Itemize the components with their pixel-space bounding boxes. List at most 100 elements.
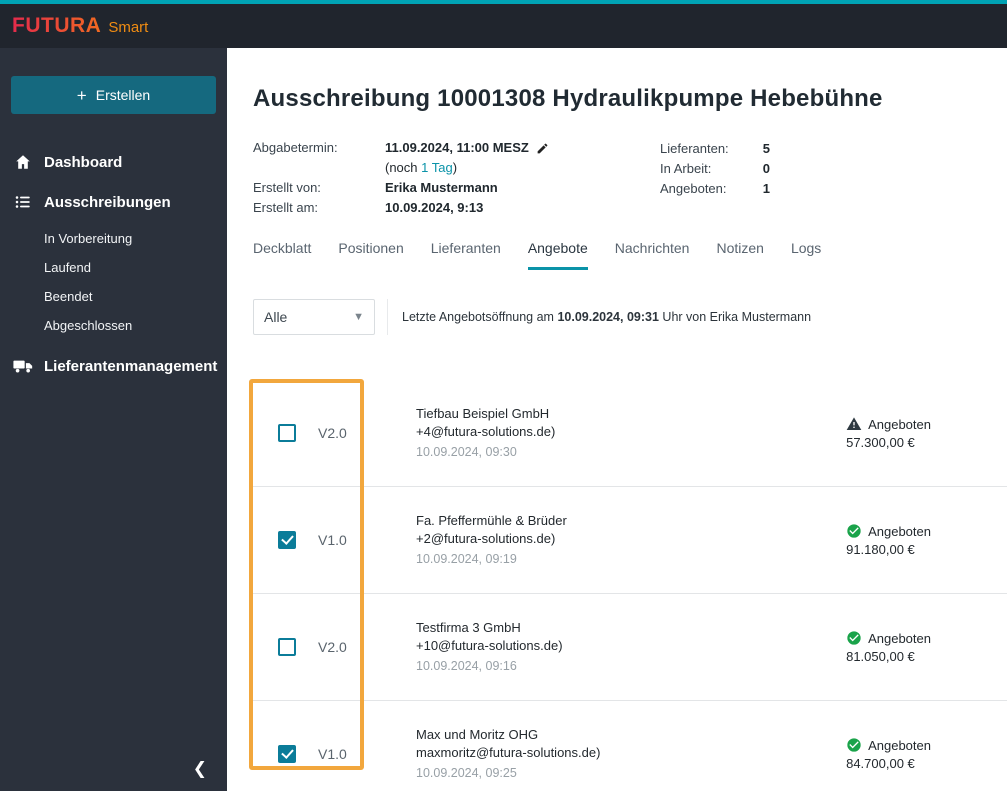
tab-positionen[interactable]: Positionen [338, 240, 403, 270]
offer-amount: 84.700,00 € [846, 756, 915, 771]
meta-section: Abgabetermin: 11.09.2024, 11:00 MESZ (no… [253, 138, 1007, 218]
offer-date: 10.09.2024, 09:16 [416, 659, 517, 673]
edit-deadline-icon[interactable] [536, 142, 549, 155]
tab-angebote[interactable]: Angebote [527, 240, 588, 270]
plus-icon: + [76, 85, 87, 105]
offer-company-name: Max und Moritz OHG [416, 727, 539, 742]
success-icon [846, 737, 862, 753]
sidebar-item-lieferantenmanagement[interactable]: Lieferantenmanagement [0, 346, 227, 386]
sidebar-item-dashboard[interactable]: Dashboard [0, 142, 227, 182]
meta-left: Abgabetermin: 11.09.2024, 11:00 MESZ (no… [253, 138, 1007, 218]
offer-status-block: Angeboten 91.180,00 € [846, 523, 931, 558]
truck-icon [13, 357, 33, 375]
offer-row[interactable]: V2.0 Tiefbau Beispiel GmbH +4@futura-sol… [253, 380, 1007, 487]
list-icon [13, 193, 33, 211]
sidebar-subitems: In Vorbereitung Laufend Beendet Abgeschl… [0, 222, 227, 346]
offer-status-label: Angeboten [868, 416, 931, 432]
offer-date: 10.09.2024, 09:30 [416, 445, 517, 459]
logo-smart: Smart [108, 19, 149, 36]
divider [387, 299, 388, 335]
chevron-down-icon: ▼ [353, 311, 364, 323]
offer-company-email: maxmoritz@futura-solutions.de) [416, 745, 601, 760]
created-by-label: Erstellt von: [253, 180, 321, 195]
offer-version: V2.0 [318, 639, 347, 655]
offer-company-name: Tiefbau Beispiel GmbH [416, 406, 550, 421]
created-at-value: 10.09.2024, 9:13 [385, 200, 484, 215]
success-icon [846, 523, 862, 539]
tab-nachrichten[interactable]: Nachrichten [615, 240, 690, 270]
last-opening-date: 10.09.2024, 09:31 [557, 310, 659, 324]
offer-checkbox[interactable] [278, 745, 296, 763]
last-opening-info: Letzte Angebotsöffnung am 10.09.2024, 09… [402, 310, 812, 324]
sidebar-subitem-laufend[interactable]: Laufend [44, 253, 227, 282]
filter-row: Alle ▼ Letzte Angebotsöffnung am 10.09.2… [253, 299, 1007, 335]
offer-row[interactable]: V2.0 Testfirma 3 GmbH +10@futura-solutio… [253, 594, 1007, 701]
offer-status-block: Angeboten 84.700,00 € [846, 737, 931, 772]
logo-futura: FUTURA [12, 14, 102, 37]
offer-checkbox[interactable] [278, 638, 296, 656]
deadline-value: 11.09.2024, 11:00 MESZ [385, 140, 529, 155]
offer-checkbox[interactable] [278, 424, 296, 442]
tab-notizen[interactable]: Notizen [716, 240, 763, 270]
offer-company-name: Testfirma 3 GmbH [416, 620, 521, 635]
offered-label: Angeboten: [660, 181, 727, 196]
app-window: FUTURA Smart + Erstellen Dashboard Aussc… [0, 0, 1007, 791]
offered-count: 1 [762, 181, 770, 196]
sidebar-collapse-button[interactable]: ❮ [189, 755, 211, 783]
create-button-label: Erstellen [95, 87, 151, 103]
offer-amount: 81.050,00 € [846, 649, 915, 664]
offer-amount: 57.300,00 € [846, 435, 915, 450]
tab-deckblatt[interactable]: Deckblatt [253, 240, 311, 270]
offer-checkbox[interactable] [278, 531, 296, 549]
sidebar-item-label: Lieferantenmanagement [44, 357, 218, 375]
filter-select[interactable]: Alle ▼ [253, 299, 375, 335]
offer-company-name: Fa. Pfeffermühle & Brüder [416, 513, 567, 528]
success-icon [846, 630, 862, 646]
sidebar-subitem-beendet[interactable]: Beendet [44, 282, 227, 311]
offer-row[interactable]: V1.0 Max und Moritz OHG maxmoritz@futura… [253, 701, 1007, 791]
offer-version: V1.0 [318, 532, 347, 548]
offer-amount: 91.180,00 € [846, 542, 915, 557]
page-title: Ausschreibung 10001308 Hydraulikpumpe He… [253, 85, 883, 112]
offer-list: V2.0 Tiefbau Beispiel GmbH +4@futura-sol… [253, 380, 1007, 791]
deadline-remaining-highlight: 1 Tag [421, 160, 453, 175]
home-icon [13, 153, 33, 171]
main-content: Ausschreibung 10001308 Hydraulikpumpe He… [227, 48, 1007, 791]
sidebar: + Erstellen Dashboard Ausschreibungen In… [0, 48, 227, 791]
offer-date: 10.09.2024, 09:19 [416, 552, 517, 566]
topbar: FUTURA Smart [0, 4, 1007, 48]
offer-company-email: +10@futura-solutions.de) [416, 638, 563, 653]
offer-company-block: Tiefbau Beispiel GmbH +4@futura-solution… [416, 405, 555, 461]
sidebar-subitem-abgeschlossen[interactable]: Abgeschlossen [44, 311, 227, 340]
offer-status-block: Angeboten 81.050,00 € [846, 630, 931, 665]
in-progress-label: In Arbeit: [660, 161, 712, 176]
offer-company-block: Testfirma 3 GmbH +10@futura-solutions.de… [416, 619, 563, 675]
created-at-label: Erstellt am: [253, 200, 319, 215]
offer-status-block: Angeboten 57.300,00 € [846, 416, 931, 451]
filter-select-value: Alle [264, 309, 288, 325]
warning-icon [846, 416, 862, 432]
offer-status-label: Angeboten [868, 523, 931, 539]
suppliers-count: 5 [762, 141, 770, 156]
sidebar-item-label: Dashboard [44, 153, 123, 171]
sidebar-nav: Dashboard Ausschreibungen In Vorbereitun… [0, 134, 227, 386]
suppliers-label: Lieferanten: [660, 141, 729, 156]
offer-row[interactable]: V1.0 Fa. Pfeffermühle & Brüder +2@futura… [253, 487, 1007, 594]
sidebar-item-label: Ausschreibungen [44, 193, 171, 211]
offer-date: 10.09.2024, 09:25 [416, 766, 517, 780]
app-logo[interactable]: FUTURA Smart [12, 14, 148, 38]
offer-version: V2.0 [318, 425, 347, 441]
offer-company-block: Max und Moritz OHG maxmoritz@futura-solu… [416, 726, 600, 782]
tab-logs[interactable]: Logs [791, 240, 821, 270]
create-button[interactable]: + Erstellen [11, 76, 216, 114]
offer-company-email: +2@futura-solutions.de) [416, 531, 556, 546]
sidebar-subitem-in-vorbereitung[interactable]: In Vorbereitung [44, 224, 227, 253]
offer-company-block: Fa. Pfeffermühle & Brüder +2@futura-solu… [416, 512, 567, 568]
deadline-label: Abgabetermin: [253, 140, 338, 155]
tab-lieferanten[interactable]: Lieferanten [431, 240, 501, 270]
offer-company-email: +4@futura-solutions.de) [416, 424, 556, 439]
sidebar-item-ausschreibungen[interactable]: Ausschreibungen [0, 182, 227, 222]
offer-status-label: Angeboten [868, 737, 931, 753]
meta-right: Lieferanten: 5 In Arbeit: 0 Angeboten: 1 [660, 139, 770, 199]
in-progress-count: 0 [762, 161, 770, 176]
